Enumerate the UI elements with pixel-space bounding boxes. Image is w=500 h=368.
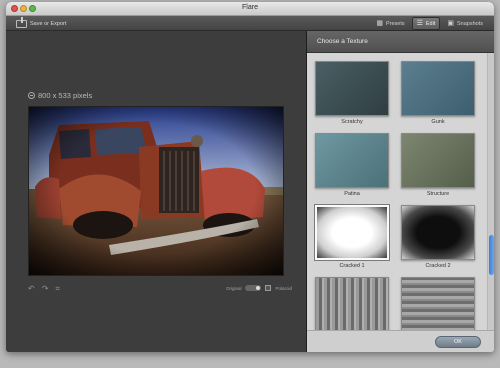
- panel-header: Choose a Texture: [307, 31, 494, 53]
- texture-label: Scratchy: [341, 119, 363, 125]
- mode-tabs: ▦ Presets ☰ Edit ▣ Snapshots: [371, 17, 488, 30]
- canvas-area: 800 x 533 pixels ↶ ↷ ⌗ Original Polaroid: [6, 31, 306, 352]
- title-bar: Flare: [6, 2, 494, 16]
- texture-thumb: [401, 205, 475, 260]
- save-or-export-label: Save or Export: [30, 20, 67, 27]
- info-circle-icon: [28, 92, 35, 99]
- original-label: Original: [225, 285, 242, 291]
- tab-presets[interactable]: ▦ Presets: [371, 17, 409, 30]
- texture-thumb: [401, 61, 475, 116]
- panel-footer: OK: [307, 330, 494, 352]
- texture-thumb: [401, 277, 475, 330]
- camera-icon: ▣: [447, 20, 454, 27]
- panel-title: Choose a Texture: [317, 38, 368, 45]
- sliders-icon: ☰: [416, 20, 423, 27]
- canvas-tools: ↶ ↷ ⌗: [28, 284, 60, 294]
- texture-thumb: [315, 133, 389, 188]
- crop-icon[interactable]: ⌗: [55, 284, 60, 294]
- view-toggles: Original Polaroid: [226, 285, 292, 291]
- grid-icon: ▦: [376, 20, 383, 27]
- toolbar: Save or Export ▦ Presets ☰ Edit ▣ Snapsh…: [6, 16, 494, 31]
- app-window: Flare Save or Export ▦ Presets ☰ Edit ▣ …: [6, 2, 494, 352]
- scrollbar-thumb[interactable]: [489, 235, 494, 275]
- texture-grid: Scratchy Gunk Patina Structure Cracked 1…: [307, 53, 487, 330]
- texture-streaks-2[interactable]: [401, 277, 475, 330]
- tab-snapshots[interactable]: ▣ Snapshots: [442, 17, 488, 30]
- texture-thumb: [315, 61, 389, 116]
- texture-label: Gunk: [431, 119, 445, 125]
- tab-presets-label: Presets: [385, 20, 405, 27]
- texture-streaks-1[interactable]: [315, 277, 389, 330]
- photo-preview[interactable]: [28, 106, 284, 276]
- window-title: Flare: [242, 4, 258, 11]
- save-or-export-button[interactable]: Save or Export: [16, 16, 67, 29]
- texture-label: Cracked 1: [339, 263, 365, 269]
- undo-icon[interactable]: ↶: [28, 284, 35, 294]
- tab-snapshots-label: Snapshots: [457, 20, 483, 27]
- rusty-truck-photo: [29, 107, 283, 275]
- image-dimensions-label: 800 x 533 pixels: [38, 91, 93, 100]
- texture-thumb: [315, 277, 389, 330]
- texture-scratchy[interactable]: Scratchy: [315, 61, 389, 125]
- tab-edit[interactable]: ☰ Edit: [411, 17, 441, 30]
- texture-scrollbar[interactable]: [487, 53, 494, 330]
- texture-thumb: [315, 205, 389, 260]
- texture-label: Cracked 2: [425, 263, 451, 269]
- image-dimensions: 800 x 533 pixels: [28, 91, 92, 100]
- ok-button[interactable]: OK: [435, 336, 481, 348]
- texture-structure[interactable]: Structure: [401, 133, 475, 197]
- texture-cracked-1[interactable]: Cracked 1: [315, 205, 389, 269]
- polaroid-label: Polaroid: [275, 285, 292, 291]
- texture-patina[interactable]: Patina: [315, 133, 389, 197]
- texture-gunk[interactable]: Gunk: [401, 61, 475, 125]
- texture-cracked-2[interactable]: Cracked 2: [401, 205, 475, 269]
- export-icon: [16, 16, 27, 28]
- original-toggle[interactable]: [245, 285, 262, 291]
- polaroid-checkbox[interactable]: [265, 285, 272, 291]
- redo-icon[interactable]: ↷: [42, 284, 49, 294]
- texture-label: Structure: [426, 191, 450, 197]
- texture-label: Patina: [344, 191, 360, 197]
- texture-thumb: [401, 133, 475, 188]
- texture-panel: Choose a Texture Scratchy Gunk Patina St…: [306, 31, 494, 352]
- tab-edit-label: Edit: [425, 20, 436, 27]
